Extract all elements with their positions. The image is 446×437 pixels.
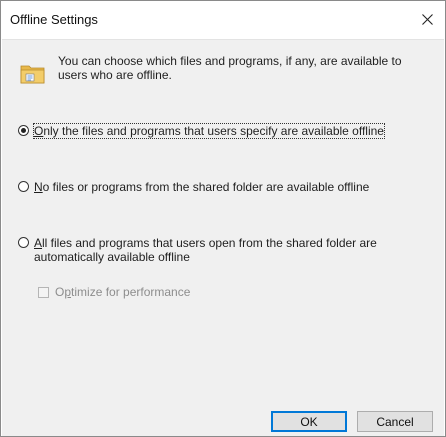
offline-folder-icon [20, 65, 45, 84]
cancel-button[interactable]: Cancel [357, 411, 433, 432]
optimize-performance-checkbox[interactable]: Optimize for performance [38, 285, 190, 299]
ok-button[interactable]: OK [271, 411, 347, 432]
optimize-checkbox-box[interactable] [38, 286, 49, 298]
offline-settings-dialog: Offline Settings You can choose which fi… [0, 0, 446, 437]
info-text: You can choose which files and programs,… [58, 54, 402, 82]
dialog-body: You can choose which files and programs,… [2, 39, 444, 436]
radio-none-offline[interactable] [18, 181, 29, 192]
option-none-offline[interactable]: No files or programs from the shared fol… [18, 180, 369, 194]
option-all-automatic[interactable]: All files and programs that users open f… [18, 236, 434, 264]
option-user-specified-label: Only the files and programs that users s… [33, 123, 385, 139]
close-icon [421, 13, 433, 25]
radio-user-specified[interactable] [18, 125, 29, 136]
dialog-title: Offline Settings [10, 12, 98, 27]
option-all-automatic-label: All files and programs that users open f… [34, 236, 377, 264]
close-button[interactable] [413, 5, 441, 33]
option-user-specified[interactable]: Only the files and programs that users s… [18, 123, 385, 139]
radio-all-automatic[interactable] [18, 237, 29, 248]
option-none-offline-label: No files or programs from the shared fol… [34, 180, 370, 194]
title-bar: Offline Settings [1, 1, 445, 39]
optimize-checkbox-label: Optimize for performance [55, 285, 191, 299]
